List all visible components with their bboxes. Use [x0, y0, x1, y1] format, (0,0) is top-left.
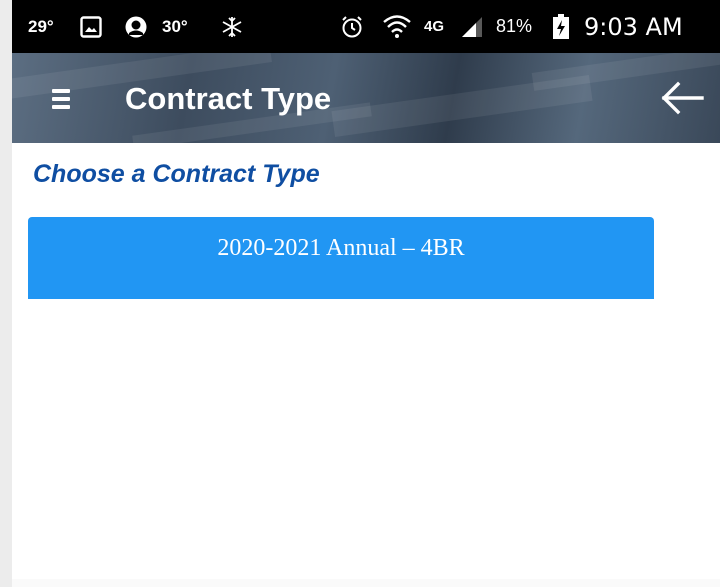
alarm-icon: [340, 0, 364, 53]
weather-icon: [124, 0, 148, 53]
page-title: Contract Type: [125, 81, 332, 116]
app-screen: 29° 30° 4G 81% 9:03 AM Contract Type Cho…: [12, 0, 720, 587]
battery-percent: 81%: [496, 16, 533, 36]
temperature-left: 29°: [28, 16, 54, 36]
clock-time: 9:03 AM: [584, 12, 683, 41]
signal-icon: [460, 0, 484, 53]
status-bar: 29° 30° 4G 81% 9:03 AM: [12, 0, 720, 53]
wifi-icon: [382, 0, 412, 53]
temperature-right: 30°: [162, 16, 188, 36]
network-type: 4G: [424, 18, 445, 35]
contract-option-button[interactable]: 2020-2021 Annual – 4BR: [28, 217, 654, 299]
snowflake-icon: [220, 0, 244, 53]
bottom-edge: [12, 579, 720, 587]
section-heading: Choose a Contract Type: [33, 160, 320, 188]
image-icon: [80, 0, 102, 53]
menu-icon[interactable]: [52, 89, 70, 109]
app-bar: Contract Type: [12, 53, 720, 143]
back-arrow-icon[interactable]: [660, 80, 704, 116]
battery-charging-icon: [552, 0, 570, 53]
contract-option-label: 2020-2021 Annual – 4BR: [217, 235, 465, 261]
